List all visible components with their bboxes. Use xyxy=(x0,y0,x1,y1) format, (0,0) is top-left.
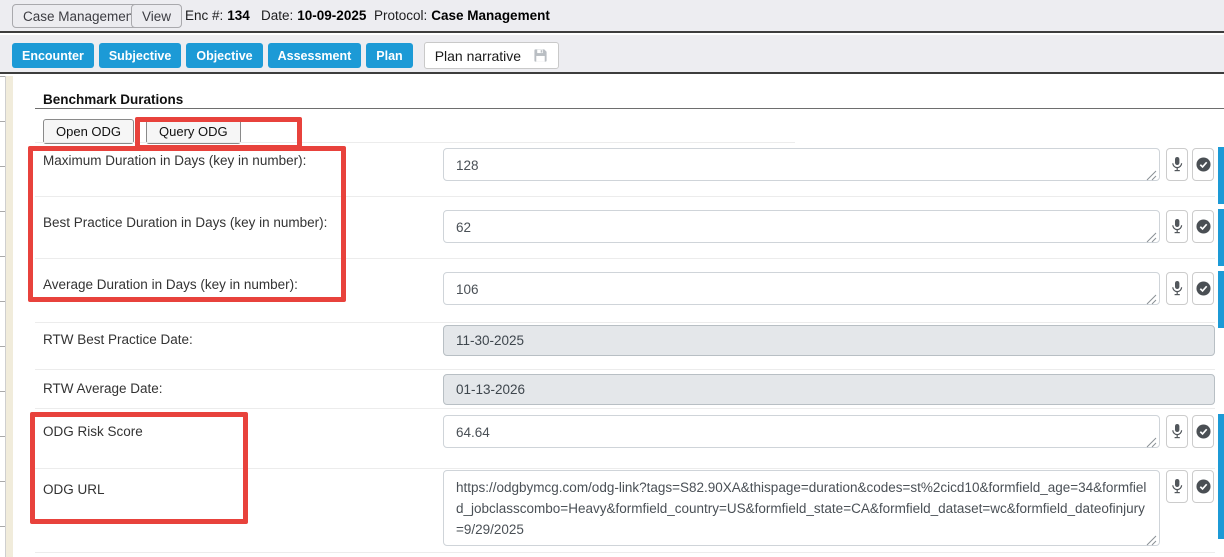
tab-encounter[interactable]: Encounter xyxy=(12,43,94,68)
average-duration-input[interactable]: 106 xyxy=(443,272,1160,305)
row-divider xyxy=(35,408,1215,409)
row-accent-bar xyxy=(1218,271,1224,328)
confirm-button[interactable] xyxy=(1192,470,1214,503)
best-practice-duration-input[interactable]: 62 xyxy=(443,210,1160,243)
row-divider xyxy=(35,142,795,143)
field-label-odg-risk-score: ODG Risk Score xyxy=(43,424,143,439)
microphone-icon xyxy=(1171,423,1183,440)
mic-button[interactable] xyxy=(1166,272,1188,305)
odg-url-input[interactable]: https://odgbymcg.com/odg-link?tags=S82.9… xyxy=(443,470,1160,546)
confirm-button[interactable] xyxy=(1192,272,1214,305)
row-divider xyxy=(35,552,1215,553)
check-circle-icon xyxy=(1196,424,1211,439)
row-divider xyxy=(35,468,1215,469)
collapsed-side-panel xyxy=(5,76,13,557)
query-odg-button[interactable]: Query ODG xyxy=(146,119,241,144)
encounter-number: Enc #: 134 xyxy=(185,8,250,23)
plan-narrative-button[interactable]: Plan narrative xyxy=(424,42,559,69)
save-icon xyxy=(533,48,548,63)
enc-label: Enc #: xyxy=(185,8,223,23)
tab-objective[interactable]: Objective xyxy=(186,43,262,68)
microphone-icon xyxy=(1171,218,1183,235)
rtw-average-date-input xyxy=(443,374,1215,405)
microphone-icon xyxy=(1171,478,1183,495)
field-label-best-practice-duration: Best Practice Duration in Days (key in n… xyxy=(43,215,327,230)
row-divider xyxy=(35,322,1215,323)
encounter-header-bar: Case Management View Enc #: 134 Date: 10-0… xyxy=(0,0,1224,33)
confirm-button[interactable] xyxy=(1192,210,1214,243)
field-label-odg-url: ODG URL xyxy=(43,482,105,497)
tab-strip: Encounter Subjective Objective Assessmen… xyxy=(12,42,559,69)
row-accent-bar xyxy=(1218,470,1224,539)
row-divider xyxy=(35,369,1215,370)
confirm-button[interactable] xyxy=(1192,148,1214,181)
field-label-rtw-best-practice-date: RTW Best Practice Date: xyxy=(43,332,193,347)
section-divider xyxy=(35,108,1224,109)
date-value: 10-09-2025 xyxy=(297,8,366,23)
microphone-icon xyxy=(1171,280,1183,297)
field-label-rtw-average-date: RTW Average Date: xyxy=(43,381,163,396)
microphone-icon xyxy=(1171,156,1183,173)
soap-tab-bar: Encounter Subjective Objective Assessmen… xyxy=(0,35,1224,74)
tab-assessment[interactable]: Assessment xyxy=(268,43,362,68)
section-title: Benchmark Durations xyxy=(43,92,183,107)
mic-button[interactable] xyxy=(1166,415,1188,448)
open-odg-button[interactable]: Open ODG xyxy=(43,119,134,144)
encounter-date: Date: 10-09-2025 xyxy=(261,8,366,23)
rtw-best-practice-date-input xyxy=(443,325,1215,356)
field-label-average-duration: Average Duration in Days (key in number)… xyxy=(43,277,298,292)
tab-subjective[interactable]: Subjective xyxy=(99,43,182,68)
row-divider xyxy=(35,196,1215,197)
enc-value: 134 xyxy=(227,8,250,23)
check-circle-icon xyxy=(1196,157,1211,172)
check-circle-icon xyxy=(1196,479,1211,494)
protocol: Protocol: Case Management xyxy=(374,8,550,23)
check-circle-icon xyxy=(1196,219,1211,234)
maximum-duration-input[interactable]: 128 xyxy=(443,148,1160,181)
row-accent-bar xyxy=(1218,414,1224,471)
check-circle-icon xyxy=(1196,281,1211,296)
odg-risk-score-input[interactable]: 64.64 xyxy=(443,415,1160,448)
row-divider xyxy=(35,258,1215,259)
field-label-maximum-duration: Maximum Duration in Days (key in number)… xyxy=(43,153,306,168)
case-management-button[interactable]: Case Management xyxy=(12,4,148,28)
view-button[interactable]: View xyxy=(131,4,182,28)
mic-button[interactable] xyxy=(1166,470,1188,503)
mic-button[interactable] xyxy=(1166,148,1188,181)
mic-button[interactable] xyxy=(1166,210,1188,243)
date-label: Date: xyxy=(261,8,293,23)
plan-narrative-label: Plan narrative xyxy=(435,48,521,64)
case-management-window: Case Management View Enc #: 134 Date: 10-0… xyxy=(0,0,1224,557)
row-accent-bar xyxy=(1218,209,1224,266)
tab-plan[interactable]: Plan xyxy=(366,43,412,68)
protocol-label: Protocol: xyxy=(374,8,427,23)
protocol-value: Case Management xyxy=(431,8,550,23)
row-accent-bar xyxy=(1218,147,1224,204)
confirm-button[interactable] xyxy=(1192,415,1214,448)
